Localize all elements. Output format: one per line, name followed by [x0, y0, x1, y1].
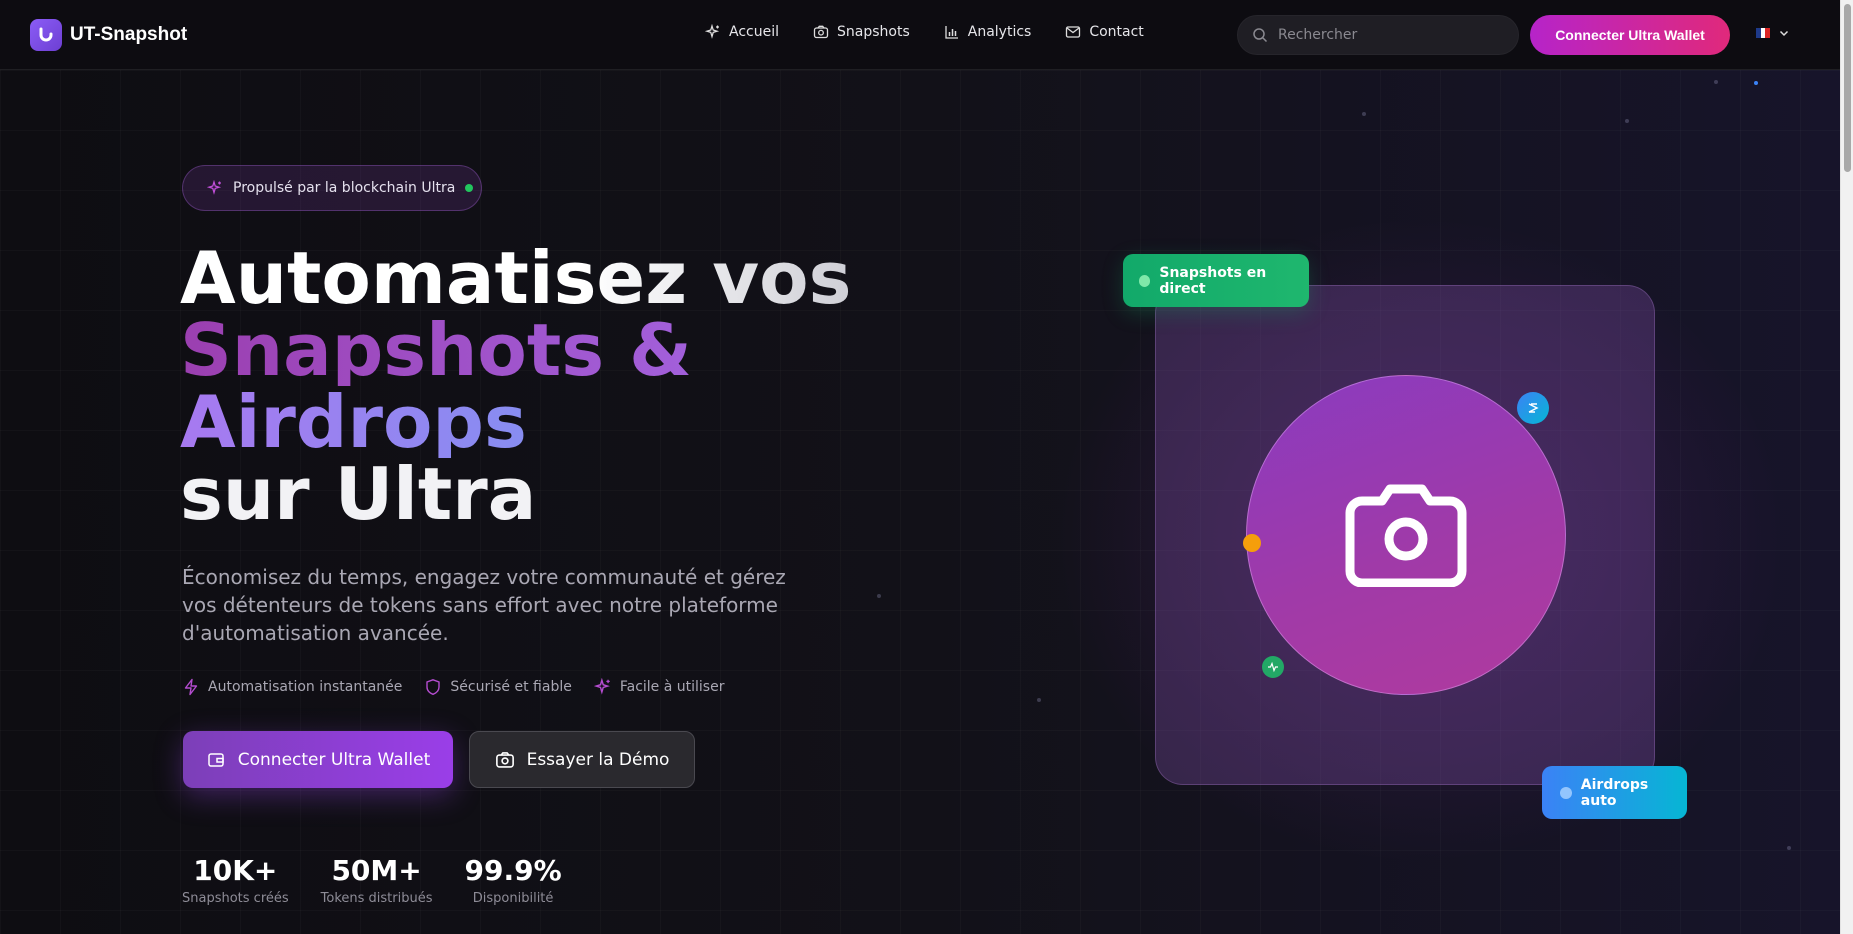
live-snapshots-tag: Snapshots en direct — [1123, 254, 1309, 307]
feature-item: Sécurisé et fiable — [424, 678, 572, 696]
hero-description: Économisez du temps, engagez votre commu… — [182, 565, 786, 645]
status-dot — [465, 184, 474, 192]
feature-label: Automatisation instantanée — [208, 679, 403, 695]
background-star — [1754, 81, 1758, 85]
stat-label: Tokens distribués — [320, 891, 433, 906]
orbit-green-icon — [1262, 656, 1284, 678]
feature-list: Automatisation instantanée Sécurisé et f… — [182, 678, 724, 696]
chevron-down-icon — [1779, 30, 1789, 37]
bolt-icon — [184, 678, 198, 696]
stat-label: Snapshots créés — [182, 891, 289, 906]
search-box[interactable] — [1237, 15, 1519, 55]
page: UT-Snapshot Accueil Snapshots Analytics … — [0, 0, 1840, 934]
bar-chart-icon — [945, 26, 958, 39]
background-star — [1625, 119, 1629, 123]
scrollbar-thumb[interactable] — [1844, 4, 1851, 172]
try-demo-button[interactable]: Essayer la Démo — [469, 731, 695, 788]
france-flag-icon — [1756, 28, 1771, 38]
headline-line-4: sur Ultra — [180, 452, 537, 536]
nav-item-contact[interactable]: Contact — [1065, 24, 1144, 40]
camera-icon — [1345, 484, 1467, 587]
shield-icon — [426, 679, 441, 696]
feature-item: Automatisation instantanée — [182, 678, 402, 696]
sparkles-icon — [705, 24, 720, 39]
live-dot — [1139, 274, 1151, 287]
logo-icon — [30, 19, 62, 51]
orbit-blue-icon — [1517, 392, 1549, 424]
stat-item: 99.9% Disponibilité — [465, 854, 562, 906]
mail-icon — [1066, 26, 1081, 38]
orbit-orange-dot — [1243, 534, 1261, 552]
search-input[interactable] — [1278, 27, 1498, 43]
sparkles-icon — [593, 678, 610, 695]
feature-label: Facile à utiliser — [619, 679, 725, 695]
connect-wallet-cta-button[interactable]: Connecter Ultra Wallet — [183, 731, 453, 788]
nav-item-label: Analytics — [967, 24, 1032, 40]
nav-item-snapshots[interactable]: Snapshots — [813, 24, 910, 40]
background-star — [1037, 698, 1041, 702]
nav-item-label: Contact — [1089, 24, 1144, 40]
auto-airdrops-tag: Airdrops auto — [1542, 766, 1687, 819]
cta-label: Essayer la Démo — [526, 749, 670, 770]
brand-logo[interactable]: UT-Snapshot — [30, 19, 187, 51]
hero-headline: Automatisez vos Snapshots & Airdrops sur… — [180, 242, 851, 530]
blockchain-badge: Propulsé par la blockchain Ultra — [182, 165, 482, 211]
top-navbar: UT-Snapshot Accueil Snapshots Analytics … — [0, 0, 1840, 70]
headline-line-1: Automatisez vos — [180, 236, 852, 320]
nav-item-label: Accueil — [729, 24, 779, 40]
page-scrollbar[interactable] — [1840, 0, 1853, 934]
background-star — [877, 594, 881, 598]
main-nav: Accueil Snapshots Analytics Contact — [705, 24, 1144, 40]
stat-label: Disponibilité — [472, 891, 554, 906]
stat-value: 10K+ — [193, 854, 278, 887]
brand-name: UT-Snapshot — [70, 24, 188, 45]
headline-line-3: Airdrops — [180, 386, 851, 458]
connect-wallet-button[interactable]: Connecter Ultra Wallet — [1530, 15, 1730, 55]
feature-item: Facile à utiliser — [593, 678, 725, 696]
wallet-icon — [208, 752, 224, 767]
camera-icon — [813, 25, 829, 39]
badge-text: Propulsé par la blockchain Ultra — [233, 180, 456, 196]
nav-item-accueil[interactable]: Accueil — [705, 24, 779, 40]
stat-item: 50M+ Tokens distribués — [321, 854, 433, 906]
sparkles-icon — [207, 180, 222, 195]
activity-icon — [1268, 661, 1278, 673]
zap-icon — [1528, 403, 1539, 413]
nav-item-analytics[interactable]: Analytics — [944, 24, 1032, 40]
stat-item: 10K+ Snapshots créés — [182, 854, 289, 906]
camera-icon — [495, 751, 514, 768]
hero-visual-circle — [1246, 375, 1566, 695]
background-star — [1787, 846, 1791, 850]
feature-label: Sécurisé et fiable — [450, 679, 572, 695]
search-icon — [1253, 28, 1268, 43]
airdrop-dot — [1560, 786, 1572, 799]
stats-row: 10K+ Snapshots créés 50M+ Tokens distrib… — [182, 854, 562, 906]
background-star — [1362, 112, 1366, 116]
tag-label: Airdrops auto — [1580, 776, 1649, 809]
language-selector[interactable] — [1756, 27, 1790, 39]
background-star — [1714, 80, 1718, 84]
tag-label: Snapshots en direct — [1159, 264, 1267, 297]
cta-label: Connecter Ultra Wallet — [237, 749, 431, 770]
stat-value: 99.9% — [464, 854, 562, 887]
nav-item-label: Snapshots — [837, 24, 910, 40]
stat-value: 50M+ — [331, 854, 422, 887]
headline-line-2: Snapshots & — [180, 314, 851, 386]
